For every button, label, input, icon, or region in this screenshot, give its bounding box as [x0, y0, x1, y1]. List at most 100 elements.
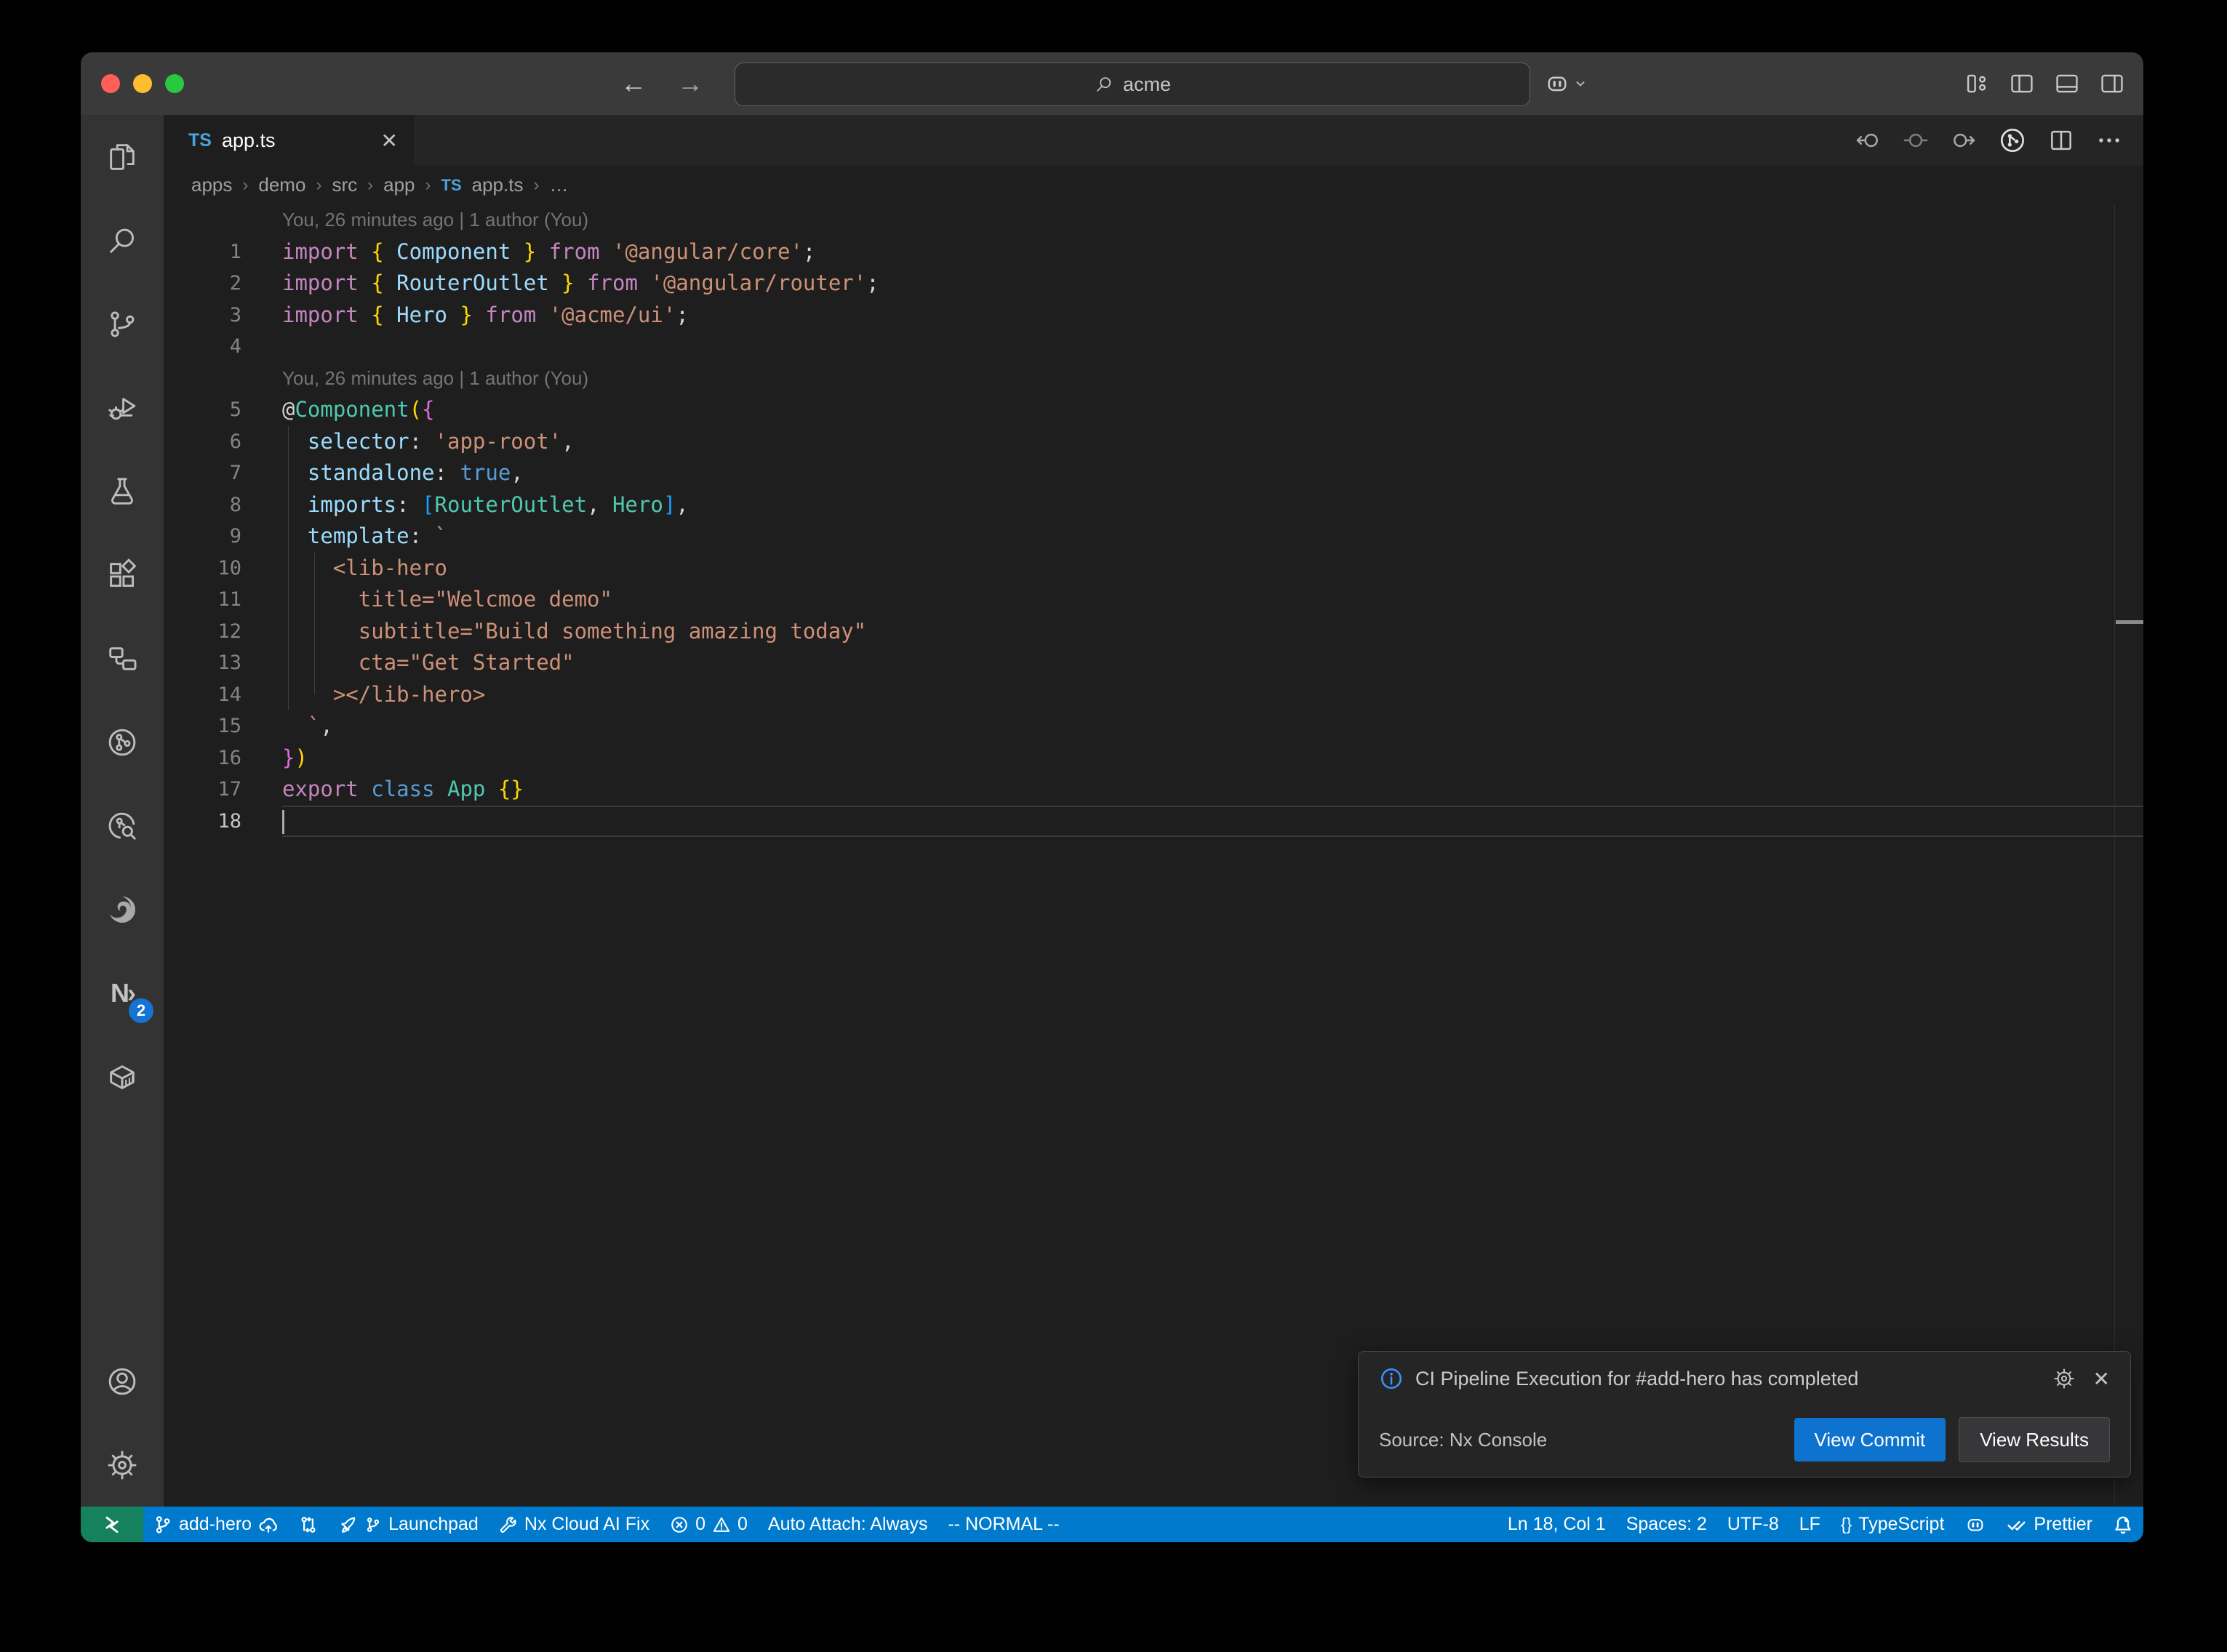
sidebar-item-remote-explorer[interactable]	[81, 617, 164, 700]
line-number[interactable]: 17	[164, 774, 282, 806]
copilot-menu[interactable]	[1544, 52, 1588, 115]
code-line[interactable]: 8 imports: [RouterOutlet, Hero],	[164, 489, 2143, 521]
sidebar-item-extensions[interactable]	[81, 533, 164, 617]
code-line[interactable]: 18	[164, 806, 2143, 838]
toggle-panel-icon[interactable]	[2053, 70, 2081, 97]
statusbar-copilot[interactable]	[1954, 1507, 1996, 1542]
statusbar-launchpad[interactable]: Launchpad	[328, 1507, 489, 1542]
code-line[interactable]: 10 <lib-hero	[164, 553, 2143, 585]
code-line[interactable]: 13 cta="Get Started"	[164, 647, 2143, 679]
reverse-continue-icon[interactable]	[1902, 127, 1930, 154]
line-number[interactable]: 15	[164, 710, 282, 742]
breadcrumb-item[interactable]: demo	[258, 174, 305, 196]
code-line[interactable]: 12 subtitle="Build something amazing tod…	[164, 616, 2143, 648]
back-arrow-icon[interactable]: ←	[620, 68, 647, 99]
close-window-button[interactable]	[101, 74, 120, 93]
sidebar-item-run-debug[interactable]	[81, 366, 164, 449]
blame-line[interactable]: You, 26 minutes ago | 1 author (You)	[164, 363, 2143, 395]
line-number[interactable]: 12	[164, 616, 282, 648]
statusbar-encoding[interactable]: UTF-8	[1717, 1507, 1789, 1542]
line-number[interactable]: 10	[164, 553, 282, 585]
code-line[interactable]: 4	[164, 331, 2143, 363]
statusbar-vim-mode[interactable]: -- NORMAL --	[937, 1507, 1069, 1542]
sidebar-item-edge-tools[interactable]	[81, 867, 164, 951]
statusbar-language[interactable]: {} TypeScript	[1831, 1507, 1954, 1542]
statusbar-notifications[interactable]	[2103, 1507, 2143, 1542]
sidebar-item-settings[interactable]	[81, 1423, 164, 1507]
statusbar-indentation[interactable]: Spaces: 2	[1616, 1507, 1717, 1542]
breadcrumb-item[interactable]: apps	[191, 174, 232, 196]
code-line[interactable]: 17export class App {}	[164, 774, 2143, 806]
line-number[interactable]: 13	[164, 647, 282, 679]
sidebar-item-search[interactable]	[81, 199, 164, 282]
minimize-window-button[interactable]	[133, 74, 152, 93]
breadcrumb-more[interactable]: …	[549, 174, 568, 196]
breadcrumb-item[interactable]: app	[383, 174, 415, 196]
toggle-sidebar-icon[interactable]	[2008, 70, 2036, 97]
sidebar-item-explorer[interactable]	[81, 115, 164, 199]
statusbar-branch[interactable]: add-hero	[143, 1507, 289, 1542]
statusbar-auto-attach[interactable]: Auto Attach: Always	[758, 1507, 938, 1542]
code-line[interactable]: 14 ></lib-hero>	[164, 679, 2143, 711]
statusbar-problems[interactable]: 0 0	[660, 1507, 758, 1542]
code-line[interactable]: 2import { RouterOutlet } from '@angular/…	[164, 268, 2143, 300]
sidebar-item-git-graph-search[interactable]	[81, 784, 164, 867]
close-tab-icon[interactable]: ✕	[381, 129, 398, 153]
statusbar-formatter[interactable]: Prettier	[1996, 1507, 2103, 1542]
more-actions-icon[interactable]	[2095, 127, 2123, 154]
view-commit-button[interactable]: View Commit	[1794, 1418, 1946, 1461]
statusbar-cursor-position[interactable]: Ln 18, Col 1	[1498, 1507, 1616, 1542]
line-number[interactable]: 16	[164, 742, 282, 774]
line-number[interactable]: 4	[164, 331, 282, 363]
line-number[interactable]: 2	[164, 268, 282, 300]
code-editor[interactable]: You, 26 minutes ago | 1 author (You)1imp…	[164, 204, 2143, 1507]
line-number[interactable]: 3	[164, 300, 282, 332]
breadcrumb-file[interactable]: app.ts	[472, 174, 524, 196]
line-number[interactable]: 18	[164, 806, 282, 838]
close-notification-icon[interactable]: ✕	[2093, 1367, 2110, 1391]
notification-settings-gear-icon[interactable]	[2052, 1367, 2076, 1390]
code-line[interactable]: 15 `,	[164, 710, 2143, 742]
code-line[interactable]: 3import { Hero } from '@acme/ui';	[164, 300, 2143, 332]
code-line[interactable]: 7 standalone: true,	[164, 457, 2143, 489]
continue-icon[interactable]	[1950, 127, 1978, 154]
step-back-icon[interactable]	[1854, 127, 1882, 154]
line-number[interactable]: 5	[164, 394, 282, 426]
sidebar-item-testing[interactable]	[81, 449, 164, 533]
sidebar-item-source-control[interactable]	[81, 282, 164, 366]
code-line[interactable]: 16})	[164, 742, 2143, 774]
line-number[interactable]: 14	[164, 679, 282, 711]
line-number[interactable]	[164, 204, 282, 236]
customize-layout-icon[interactable]	[1963, 70, 1991, 97]
sidebar-item-accounts[interactable]	[81, 1339, 164, 1423]
line-number[interactable]: 8	[164, 489, 282, 521]
forward-arrow-icon[interactable]: →	[677, 68, 703, 99]
code-line[interactable]: 1import { Component } from '@angular/cor…	[164, 236, 2143, 268]
sidebar-item-containers[interactable]	[81, 1035, 164, 1118]
code-line[interactable]: 9 template: `	[164, 521, 2143, 553]
breadcrumb-item[interactable]: src	[332, 174, 357, 196]
statusbar-nx-cloud-fix[interactable]: Nx Cloud AI Fix	[489, 1507, 660, 1542]
tab-app-ts[interactable]: TS app.ts ✕	[164, 115, 414, 166]
remote-indicator[interactable]	[81, 1507, 143, 1542]
command-center-search[interactable]: acme	[735, 63, 1530, 106]
sidebar-item-nx-console[interactable]: N› 2	[81, 951, 164, 1035]
code-line[interactable]: 6 selector: 'app-root',	[164, 426, 2143, 458]
blame-line[interactable]: You, 26 minutes ago | 1 author (You)	[164, 204, 2143, 236]
line-number[interactable]: 6	[164, 426, 282, 458]
statusbar-eol[interactable]: LF	[1789, 1507, 1831, 1542]
view-results-button[interactable]: View Results	[1959, 1417, 2110, 1462]
code-line[interactable]: 11 title="Welcmoe demo"	[164, 584, 2143, 616]
line-number[interactable]: 9	[164, 521, 282, 553]
git-graph-action-icon[interactable]	[1998, 126, 2027, 155]
line-number[interactable]	[164, 363, 282, 395]
statusbar-compare[interactable]	[289, 1507, 328, 1542]
maximize-window-button[interactable]	[165, 74, 184, 93]
toggle-secondary-sidebar-icon[interactable]	[2098, 70, 2126, 97]
line-number[interactable]: 7	[164, 457, 282, 489]
split-editor-icon[interactable]	[2047, 127, 2075, 154]
line-number[interactable]: 1	[164, 236, 282, 268]
line-number[interactable]: 11	[164, 584, 282, 616]
sidebar-item-git-graph[interactable]	[81, 700, 164, 784]
code-line[interactable]: 5@Component({	[164, 394, 2143, 426]
